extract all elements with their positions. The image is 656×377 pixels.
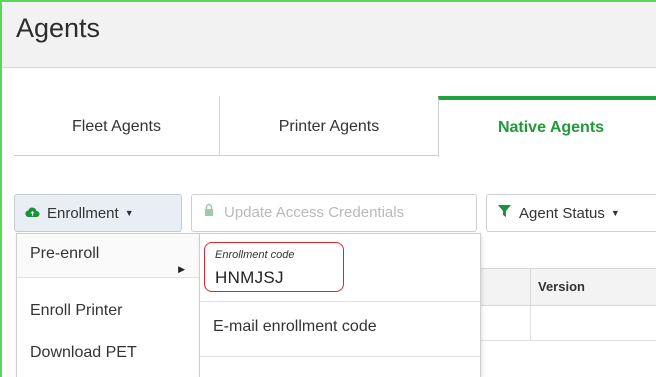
tab-native-agents[interactable]: Native Agents [438,96,656,157]
divider [200,356,480,357]
toolbar: Enrollment ▼ Update Access Credentials Ag… [14,194,656,232]
column-divider [530,269,531,305]
menu-item-download-pet[interactable]: Download PET [17,338,201,368]
enrollment-button-label: Enrollment [47,205,119,222]
menu-item-enroll-printer[interactable]: Enroll Printer [17,296,201,326]
page-header: Agents [2,2,656,68]
enrollment-code-box: Enrollment code HNMJSJ [204,242,344,292]
update-access-credentials-label: Update Access Credentials [224,204,405,221]
caret-right-icon: ▶ [178,264,185,274]
divider [200,301,480,302]
menu-item-label: Pre-enroll [30,245,100,262]
pre-enroll-submenu: Enrollment code HNMJSJ E-mail enrollment… [199,233,481,377]
email-enrollment-code-item[interactable]: E-mail enrollment code [213,318,377,336]
tab-fleet-agents[interactable]: Fleet Agents [14,96,220,156]
agent-tabs: Fleet Agents Printer Agents Native Agent… [14,96,656,157]
column-header-version[interactable]: Version [538,279,585,294]
caret-down-icon: ▼ [124,208,134,218]
menu-item-pre-enroll[interactable]: Pre-enroll ▶ [17,234,201,278]
filter-icon [495,196,513,232]
update-access-credentials-button[interactable]: Update Access Credentials [191,194,477,232]
tab-printer-agents[interactable]: Printer Agents [220,96,438,156]
table-row[interactable] [480,306,656,341]
enrollment-dropdown-menu: Pre-enroll ▶ Enroll Printer Download PET [16,233,201,377]
caret-down-icon: ▼ [610,208,620,218]
enrollment-button[interactable]: Enrollment ▼ [14,194,182,232]
key-icon [200,195,218,231]
table-header: Version [480,268,656,306]
agent-status-button[interactable]: Agent Status ▼ [486,194,656,232]
column-divider [530,306,531,340]
enrollment-code-value: HNMJSJ [215,268,284,287]
cloud-upload-icon [23,196,41,232]
agent-status-label: Agent Status [519,205,605,222]
enrollment-code-label: Enrollment code [215,249,295,261]
page-title: Agents [16,13,101,43]
